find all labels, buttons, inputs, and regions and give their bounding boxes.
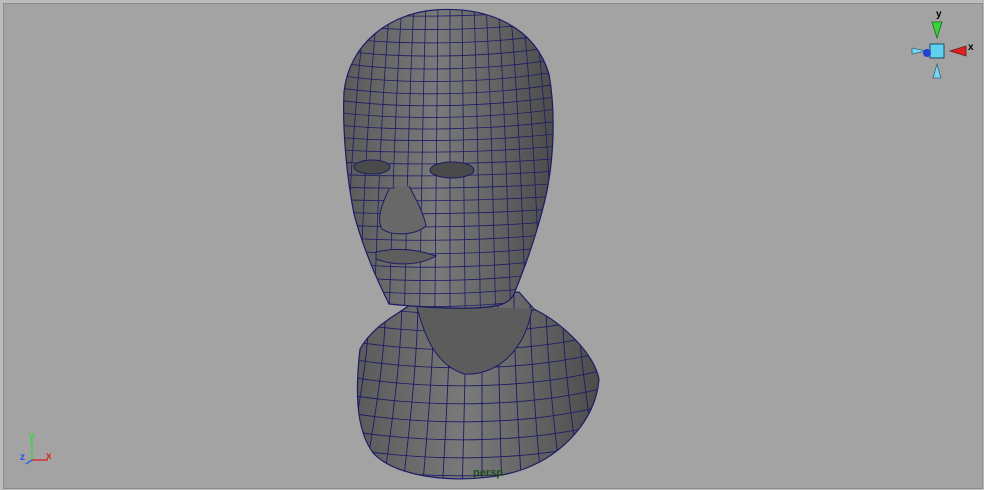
triad-x-label: x (46, 451, 52, 462)
view-cube-x-label: x (968, 42, 974, 53)
triad-y-label: y (29, 431, 35, 442)
camera-label: persp (473, 467, 503, 479)
head-mesh-surface (343, 8, 554, 309)
compass-y-cone-icon[interactable] (931, 21, 943, 40)
compass-neg-y-cone-icon[interactable] (932, 62, 942, 79)
compass-x-cone-icon[interactable] (948, 45, 967, 57)
axis-triad: y z x (18, 430, 58, 468)
perspective-viewport[interactable]: persp y x y z x (3, 3, 983, 489)
view-cube-y-label: y (936, 9, 942, 20)
compass-center-cube-icon[interactable] (929, 43, 945, 59)
compass-z-sphere-icon[interactable] (923, 49, 931, 57)
neck-mesh (356, 291, 600, 480)
triad-z-label: z (20, 452, 25, 463)
head-mesh[interactable] (4, 4, 982, 488)
view-compass[interactable]: y x (910, 8, 974, 80)
